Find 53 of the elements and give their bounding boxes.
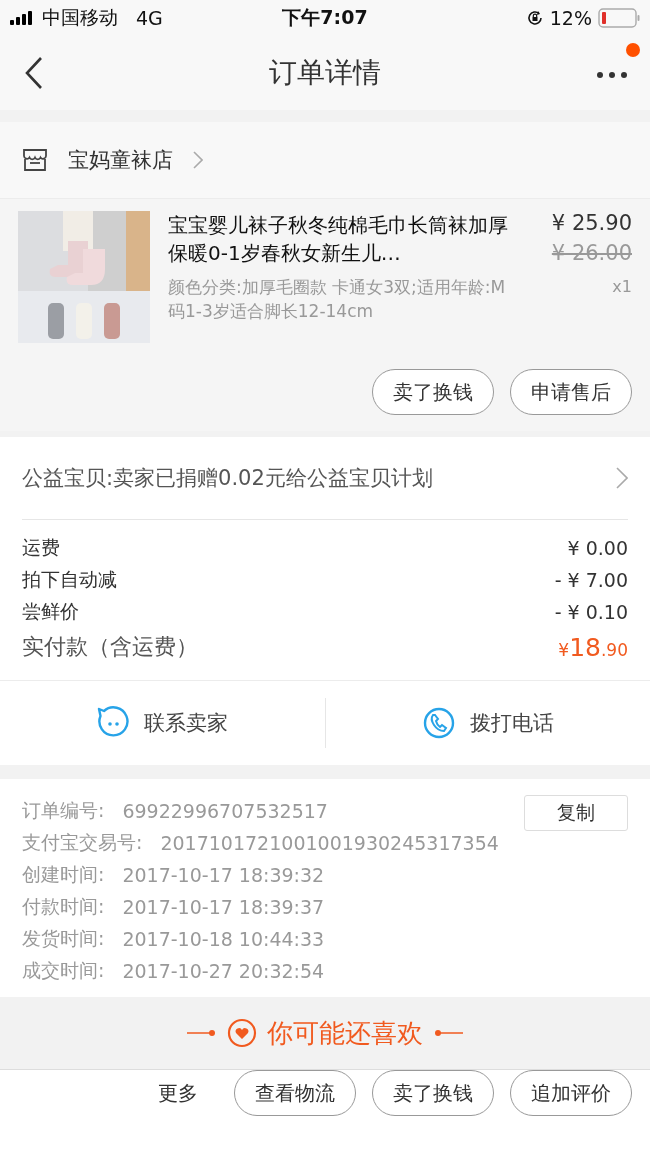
fee-value: ¥ 0.00: [567, 537, 628, 559]
quantity: x1: [612, 277, 632, 296]
battery-icon: [598, 8, 640, 28]
chevron-right-icon: [193, 151, 203, 169]
rotation-lock-icon: [525, 9, 544, 27]
product-price: ¥ 25.90: [551, 211, 632, 235]
original-price: ¥ 26.00: [551, 241, 632, 265]
info-value: 69922996707532517: [122, 800, 328, 822]
total-amount: ¥18.90: [558, 632, 628, 662]
page-title: 订单详情: [269, 55, 381, 91]
fee-label: 尝鲜价: [22, 599, 79, 624]
shop-row[interactable]: 宝妈童袜店: [0, 122, 650, 199]
product-title[interactable]: 宝宝婴儿袜子秋冬纯棉毛巾长筒袜加厚保暖0-1岁春秋女新生儿…: [168, 211, 508, 267]
charity-row[interactable]: 公益宝贝:卖家已捐赠0.02元给公益宝贝计划: [22, 437, 628, 520]
chat-face-icon: [96, 706, 131, 740]
info-value: 2017-10-17 18:39:32: [122, 864, 325, 886]
carrier-name: 中国移动: [42, 5, 118, 30]
info-value: 2017-10-17 18:39:37: [122, 896, 325, 918]
product-spec: 颜色分类:加厚毛圈款 卡通女3双;适用年龄:M码1-3岁适合脚长12-14cm: [168, 276, 507, 323]
battery-percent: 12%: [549, 7, 592, 29]
back-icon[interactable]: [24, 56, 44, 90]
action-button[interactable]: 追加评价: [510, 1070, 632, 1116]
action-button[interactable]: 查看物流: [234, 1070, 356, 1116]
action-button[interactable]: 卖了换钱: [372, 369, 494, 415]
info-label: 支付宝交易号:: [22, 830, 143, 855]
recommend-title: 你可能还喜欢: [267, 1016, 423, 1050]
chevron-right-icon: [616, 467, 628, 489]
more-button[interactable]: 更多: [158, 1079, 198, 1107]
info-value: 2017101721001001930245317354: [160, 832, 499, 854]
network-type: 4G: [136, 7, 163, 29]
more-icon[interactable]: [596, 71, 628, 79]
action-button[interactable]: 申请售后: [510, 369, 632, 415]
info-label: 成交时间:: [22, 958, 105, 983]
info-value: 2017-10-18 10:44:33: [122, 928, 325, 950]
shop-name: 宝妈童袜店: [68, 147, 173, 174]
fee-label: 拍下自动减: [22, 567, 117, 592]
charity-text: 公益宝贝:卖家已捐赠0.02元给公益宝贝计划: [22, 465, 433, 492]
total-label: 实付款（含运费）: [22, 633, 198, 661]
phone-icon: [421, 706, 456, 740]
copy-button[interactable]: 复制: [524, 795, 628, 831]
info-label: 发货时间:: [22, 926, 105, 951]
info-label: 付款时间:: [22, 894, 105, 919]
info-label: 订单编号:: [22, 798, 105, 823]
fee-value: - ¥ 0.10: [554, 601, 628, 623]
fee-value: - ¥ 7.00: [554, 569, 628, 591]
shop-icon: [22, 148, 48, 172]
info-value: 2017-10-27 20:32:54: [122, 960, 325, 982]
info-label: 创建时间:: [22, 862, 105, 887]
fee-label: 运费: [22, 535, 60, 560]
divider-ornament-icon: [187, 1029, 217, 1037]
status-time: 下午7:07: [282, 5, 368, 30]
divider-ornament-icon: [433, 1029, 463, 1037]
action-button[interactable]: 卖了换钱: [372, 1070, 494, 1116]
